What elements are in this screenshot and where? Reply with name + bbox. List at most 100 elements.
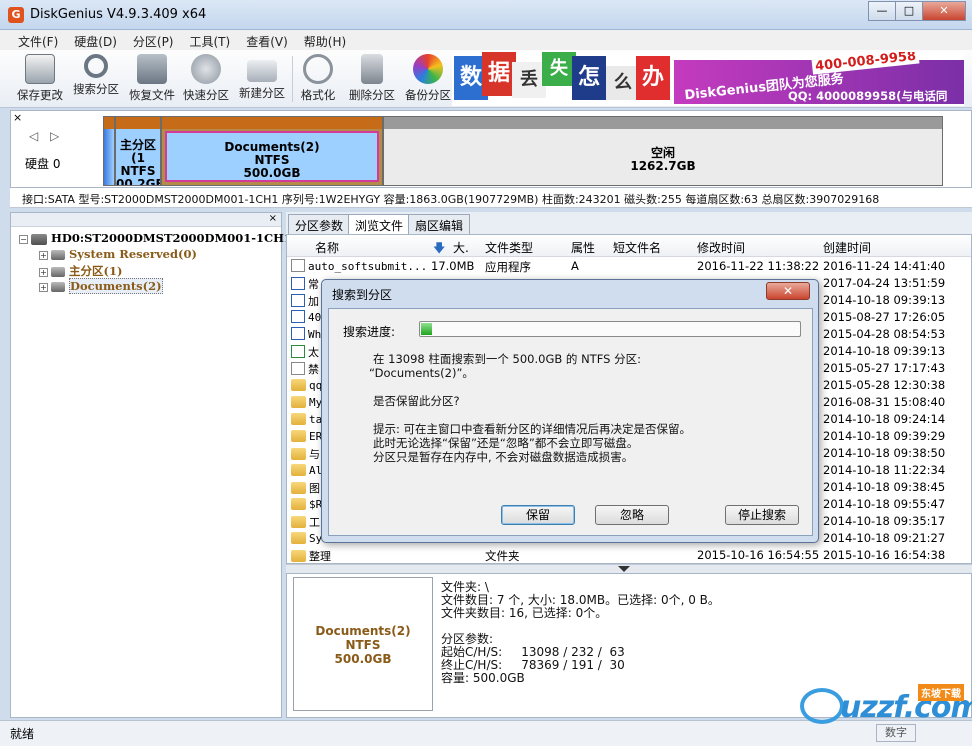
recover-icon	[137, 54, 167, 84]
partition-name: 主分区(1	[119, 138, 156, 165]
disk-icon	[31, 233, 47, 245]
file-cell-name: 加	[291, 293, 319, 309]
banner-qq: QQ: 4000089958(与电话同号)	[788, 89, 948, 106]
new-partition-button[interactable]: 新建分区	[236, 52, 288, 106]
tree-header: ×	[11, 213, 281, 227]
dialog-close-button[interactable]: ✕	[766, 282, 810, 300]
file-name-text: 与	[309, 448, 320, 461]
disk-info-bar: 接口:SATA 型号:ST2000DMST2000DM001-1CH1 序列号:…	[10, 188, 972, 208]
summary-partition-name: Documents(2)	[315, 624, 411, 638]
file-row[interactable]: auto_softsubmit... 17.0MB 应用程序 A 2016-11-22 …	[287, 258, 971, 275]
file-cell-created: 2014-10-18 11:22:34	[823, 463, 946, 477]
format-button[interactable]: 格式化	[292, 52, 344, 106]
expand-icon[interactable]: +	[39, 282, 48, 292]
status-text: 就绪	[10, 727, 35, 741]
search-progress-bar	[419, 321, 801, 337]
tab-browse-files[interactable]: 浏览文件	[348, 214, 411, 235]
menu-tools[interactable]: 工具(T)	[182, 30, 239, 50]
disk-label: 硬盘 0	[25, 157, 61, 171]
panel-splitter[interactable]	[286, 564, 972, 573]
column-short-name[interactable]: 短文件名	[613, 239, 661, 256]
quick-partition-button[interactable]: 快速分区	[180, 52, 232, 106]
partition-text: Documents(2) NTFS 500.0GB	[162, 141, 382, 180]
tab-bar: 分区参数 浏览文件 扇区编辑	[286, 212, 972, 235]
tree-disk-root[interactable]: − HD0:ST2000DMST2000DM001-1CH1(186	[19, 231, 321, 247]
file-cell-name: auto_softsubmit...	[291, 259, 427, 273]
column-size[interactable]: 大.	[453, 239, 469, 256]
disk-map: × ◁ ▷ 硬盘 0 主分区(1 NTFS 00.2GB Documents(2…	[10, 110, 972, 188]
partition-size: 00.2GB	[116, 177, 161, 186]
close-button[interactable]: ✕	[922, 1, 966, 21]
collapse-icon[interactable]: −	[19, 234, 28, 244]
partition-system-reserved[interactable]	[103, 116, 115, 186]
sort-down-icon[interactable]: 🡇	[433, 239, 445, 260]
file-cell-created: 2015-10-16 16:54:38	[823, 548, 946, 562]
backup-partition-button[interactable]: 备份分区	[402, 52, 454, 106]
menu-disk[interactable]: 硬盘(D)	[66, 30, 125, 50]
tree-close-icon[interactable]: ×	[269, 213, 277, 224]
file-name-text: 禁	[308, 363, 319, 376]
tree-disk-label: HD0:ST2000DMST2000DM001-1CH1(186	[51, 231, 322, 245]
expand-icon[interactable]: +	[39, 250, 48, 260]
partition-primary-1[interactable]: 主分区(1 NTFS 00.2GB	[115, 116, 161, 186]
word-icon	[291, 294, 305, 307]
file-cell-created: 2014-10-18 09:38:45	[823, 480, 946, 494]
column-created[interactable]: 创建时间	[823, 239, 871, 256]
ignore-button[interactable]: 忽略	[595, 505, 669, 525]
file-cell-created: 2017-04-24 13:51:59	[823, 276, 946, 290]
tab-sector-editor[interactable]: 扇区编辑	[408, 214, 471, 234]
dialog-title: 搜索到分区	[332, 288, 393, 302]
file-cell-created: 2015-05-28 12:30:38	[823, 378, 946, 392]
partition-free-space[interactable]: 空闲 1262.7GB	[383, 116, 943, 186]
tree-item-system-reserved[interactable]: + System Reserved(0)	[39, 247, 197, 263]
menu-partition[interactable]: 分区(P)	[125, 30, 182, 50]
column-attr[interactable]: 属性	[571, 239, 595, 256]
partition-icon	[51, 250, 65, 260]
search-partition-button[interactable]: 搜索分区	[70, 52, 122, 106]
promo-banner[interactable]: 数 据 丢 失 怎 么 办 DiskGenius团队为您服务 400-008-9…	[452, 52, 964, 106]
collapse-arrow-icon[interactable]	[618, 566, 630, 572]
file-cell-name: 图	[291, 480, 320, 496]
save-changes-button[interactable]: 保存更改	[14, 52, 66, 106]
folder-icon	[291, 448, 306, 460]
file-cell-name: 禁	[291, 361, 319, 377]
tree-item-primary[interactable]: + 主分区(1)	[39, 263, 122, 279]
banner-char: 办	[636, 56, 670, 100]
stop-search-button[interactable]: 停止搜索	[725, 505, 799, 525]
file-cell-size: 17.0MB	[431, 259, 475, 273]
column-type[interactable]: 文件类型	[485, 239, 533, 256]
keep-question: 是否保留此分区?	[373, 394, 460, 408]
minimize-button[interactable]: —	[868, 1, 896, 21]
menu-view[interactable]: 查看(V)	[238, 30, 296, 50]
word-icon	[291, 327, 305, 340]
column-name[interactable]: 名称	[315, 239, 339, 256]
file-cell-type: 应用程序	[485, 260, 531, 274]
partition-documents[interactable]: Documents(2) NTFS 500.0GB	[161, 116, 383, 186]
banner-char: 据	[482, 52, 516, 96]
tab-partition-params[interactable]: 分区参数	[288, 214, 351, 234]
diskmap-close-icon[interactable]: ×	[13, 111, 22, 124]
menu-help[interactable]: 帮助(H)	[296, 30, 354, 50]
file-cell-modified: 2016-11-22 11:38:22	[697, 259, 820, 273]
dialog-body: 搜索进度: 在 13098 柱面搜索到一个 500.0GB 的 NTFS 分区:…	[328, 308, 813, 536]
file-cell-name: qq	[291, 378, 322, 392]
column-modified[interactable]: 修改时间	[697, 239, 745, 256]
delete-partition-button[interactable]: 删除分区	[346, 52, 398, 106]
details-text: 文件夹: \ 文件数目: 7 个, 大小: 18.0MB。已选择: 0个, 0 …	[441, 580, 720, 685]
save-icon	[25, 54, 55, 84]
file-row[interactable]: 整理 文件夹 2015-10-16 16:54:55 2015-10-16 16:54…	[287, 547, 971, 563]
folder-icon	[291, 550, 306, 562]
maximize-button[interactable]: □	[895, 1, 923, 21]
folder-icon	[291, 413, 306, 425]
folder-icon	[291, 498, 306, 510]
tree-item-label: Documents(2)	[69, 278, 163, 294]
delete-icon	[361, 54, 383, 84]
tree-item-documents[interactable]: + Documents(2)	[39, 278, 163, 295]
menu-file[interactable]: 文件(F)	[10, 30, 66, 50]
keep-button[interactable]: 保留	[501, 505, 575, 525]
recover-files-button[interactable]: 恢复文件	[126, 52, 178, 106]
file-name-text: 整理	[309, 550, 331, 563]
file-cell-created: 2014-10-18 09:39:13	[823, 293, 946, 307]
expand-icon[interactable]: +	[39, 267, 48, 277]
disk-nav-arrows[interactable]: ◁ ▷	[29, 129, 63, 143]
